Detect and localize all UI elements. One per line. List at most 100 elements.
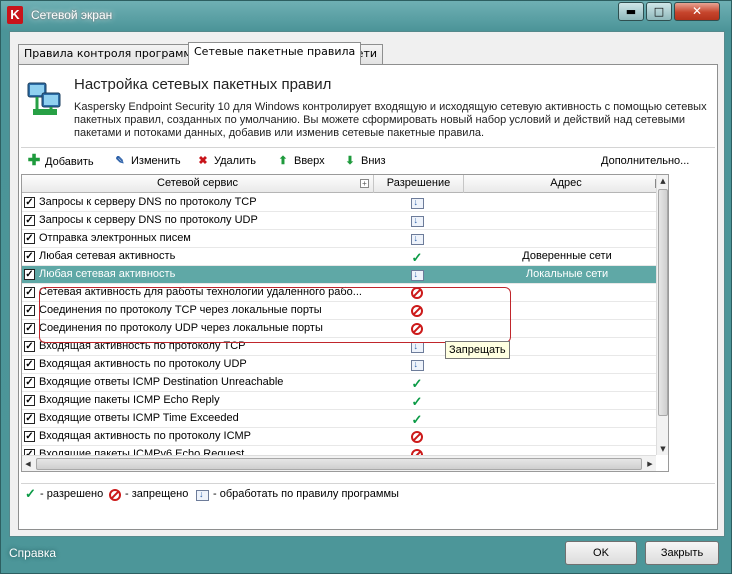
allow-check-icon[interactable]: ✓ [405,376,429,392]
table-row[interactable]: ✓ Любая сетевая активность Локальные сети [22,266,656,284]
rule-enabled-checkbox[interactable]: ✓ [24,323,35,334]
add-label: Добавить [45,156,94,168]
rule-name: Входящие ответы ICMP Time Exceeded [39,412,239,424]
scrollbar-thumb[interactable] [658,189,668,416]
allow-check-icon[interactable]: ✓ [405,394,429,410]
arrow-down-icon: ⬇ [345,155,355,167]
table-row[interactable]: ✓ Отправка электронных писем [22,230,656,248]
tab-application-control-rules[interactable]: Правила контроля программ [18,44,198,64]
move-down-button[interactable]: ⬇ Вниз [343,152,386,170]
pencil-icon: ✎ [115,155,125,167]
rule-name: Любая сетевая активность [39,250,176,262]
add-button[interactable]: ✚ Добавить [27,152,94,170]
rule-enabled-checkbox[interactable]: ✓ [24,395,35,406]
column-header-service[interactable]: Сетевой сервис + [22,175,374,193]
table-row[interactable]: ✓ Любая сетевая активность ✓ Доверенные сет… [22,248,656,266]
column-service-label: Сетевой сервис [157,177,238,189]
table-row[interactable]: ✓ Входящие ответы ICMP Time Exceeded ✓ [22,410,656,428]
firewall-window: K Сетевой экран ▬ □ ✕ Правила контроля п… [0,0,732,574]
rule-enabled-checkbox[interactable]: ✓ [24,233,35,244]
app-rule-icon[interactable] [405,268,429,282]
delete-x-icon: ✖ [198,155,208,167]
scroll-up-arrow-icon[interactable]: ▲ [657,175,668,187]
rule-enabled-checkbox[interactable]: ✓ [24,251,35,262]
table-row[interactable]: ✓ Входящие ответы ICMP Destination Unreac… [22,374,656,392]
move-up-button[interactable]: ⬆ Вверх [276,152,325,170]
permission-tooltip: Запрещать [445,341,510,359]
allow-check-icon[interactable]: ✓ [405,412,429,428]
legend-denied: - запрещено [125,488,189,500]
highlight-annotation [39,287,511,343]
rule-name: Запросы к серверу DNS по протоколу TCP [39,196,257,208]
app-rule-icon[interactable] [405,196,429,210]
rule-enabled-checkbox[interactable]: ✓ [24,269,35,280]
rule-address: Локальные сети [525,268,609,280]
close-button[interactable]: Закрыть [645,541,719,565]
rule-name: Любая сетевая активность [39,268,176,280]
table-row[interactable]: ✓ Запросы к серверу DNS по протоколу UDP [22,212,656,230]
rule-name: Входящие пакеты ICMP Echo Reply [39,394,220,406]
table-row[interactable]: ✓ Входящие пакеты ICMP Echo Reply ✓ [22,392,656,410]
client-area: Правила контроля программ Сетевые пакетн… [9,31,725,537]
rule-address: Доверенные сети [522,250,612,262]
network-computers-icon [27,82,61,115]
window-title: Сетевой экран [31,8,113,22]
allow-check-icon[interactable]: ✓ [405,250,429,266]
legend-allowed: - разрешено [40,488,104,500]
rule-name: Входящая активность по протоколу UDP [39,358,247,370]
deny-icon[interactable] [405,430,429,445]
tab-network-packet-rules[interactable]: Сетевые пакетные правила [188,42,362,65]
allow-check-icon: ✓ [25,486,36,501]
legend-app-rule: - обработать по правилу программы [213,488,399,500]
scroll-left-arrow-icon[interactable]: ◀ [22,456,34,471]
more-menu-button[interactable]: Дополнительно... [601,152,689,170]
scroll-right-arrow-icon[interactable]: ▶ [644,456,656,471]
column-address-label: Адрес [550,177,582,189]
rule-name: Входящие ответы ICMP Destination Unreach… [39,376,284,388]
rule-enabled-checkbox[interactable]: ✓ [24,305,35,316]
table-row[interactable]: ✓ Входящая активность по протоколу UDP [22,356,656,374]
help-link[interactable]: Справка [9,546,56,560]
rule-enabled-checkbox[interactable]: ✓ [24,431,35,442]
rule-name: Запросы к серверу DNS по протоколу UDP [39,214,258,226]
column-header-permission[interactable]: Разрешение [374,175,464,193]
rule-enabled-checkbox[interactable]: ✓ [24,215,35,226]
app-rule-icon[interactable] [405,214,429,228]
horizontal-scrollbar[interactable]: ◀ ▶ [22,455,656,471]
delete-label: Удалить [214,155,256,167]
kaspersky-app-icon: K [7,6,23,24]
rule-enabled-checkbox[interactable]: ✓ [24,413,35,424]
up-label: Вверх [294,155,325,167]
arrow-up-icon: ⬆ [278,155,288,167]
rules-toolbar: ✚ Добавить ✎ Изменить ✖ Удалить ⬆ Вверх ⬇ Вни… [21,147,715,173]
edit-button[interactable]: ✎ Изменить [113,152,181,170]
rule-enabled-checkbox[interactable]: ✓ [24,287,35,298]
column-header-address[interactable]: Адрес + [464,175,668,193]
rule-enabled-checkbox[interactable]: ✓ [24,341,35,352]
vertical-scrollbar[interactable]: ▲ ▼ [656,175,668,455]
rule-enabled-checkbox[interactable]: ✓ [24,377,35,388]
rule-enabled-checkbox[interactable]: ✓ [24,197,35,208]
table-row[interactable]: ✓ Входящая активность по протоколу ICMP [22,428,656,446]
app-rule-icon[interactable] [405,358,429,372]
rule-enabled-checkbox[interactable]: ✓ [24,359,35,370]
table-row[interactable]: ✓ Запросы к серверу DNS по протоколу TCP [22,194,656,212]
maximize-button[interactable]: □ [646,2,672,21]
scroll-down-arrow-icon[interactable]: ▼ [657,443,668,455]
legend-deny-icon [109,488,121,503]
rule-name: Отправка электронных писем [39,232,191,244]
legend-app-rule-icon [196,488,209,502]
down-label: Вниз [361,155,386,167]
app-rule-icon[interactable] [405,232,429,246]
title-bar[interactable]: K Сетевой экран ▬ □ ✕ [1,1,731,31]
close-window-button[interactable]: ✕ [674,2,720,21]
h-scrollbar-thumb[interactable] [36,458,642,470]
minimize-button[interactable]: ▬ [618,2,644,21]
delete-button[interactable]: ✖ Удалить [196,152,256,170]
panel-description: Kaspersky Endpoint Security 10 для Windo… [74,101,707,139]
rule-name: Входящая активность по протоколу ICMP [39,430,252,442]
expand-column-icon[interactable]: + [360,179,369,188]
edit-label: Изменить [131,155,181,167]
add-icon: ✚ [27,152,41,169]
ok-button[interactable]: OK [565,541,637,565]
